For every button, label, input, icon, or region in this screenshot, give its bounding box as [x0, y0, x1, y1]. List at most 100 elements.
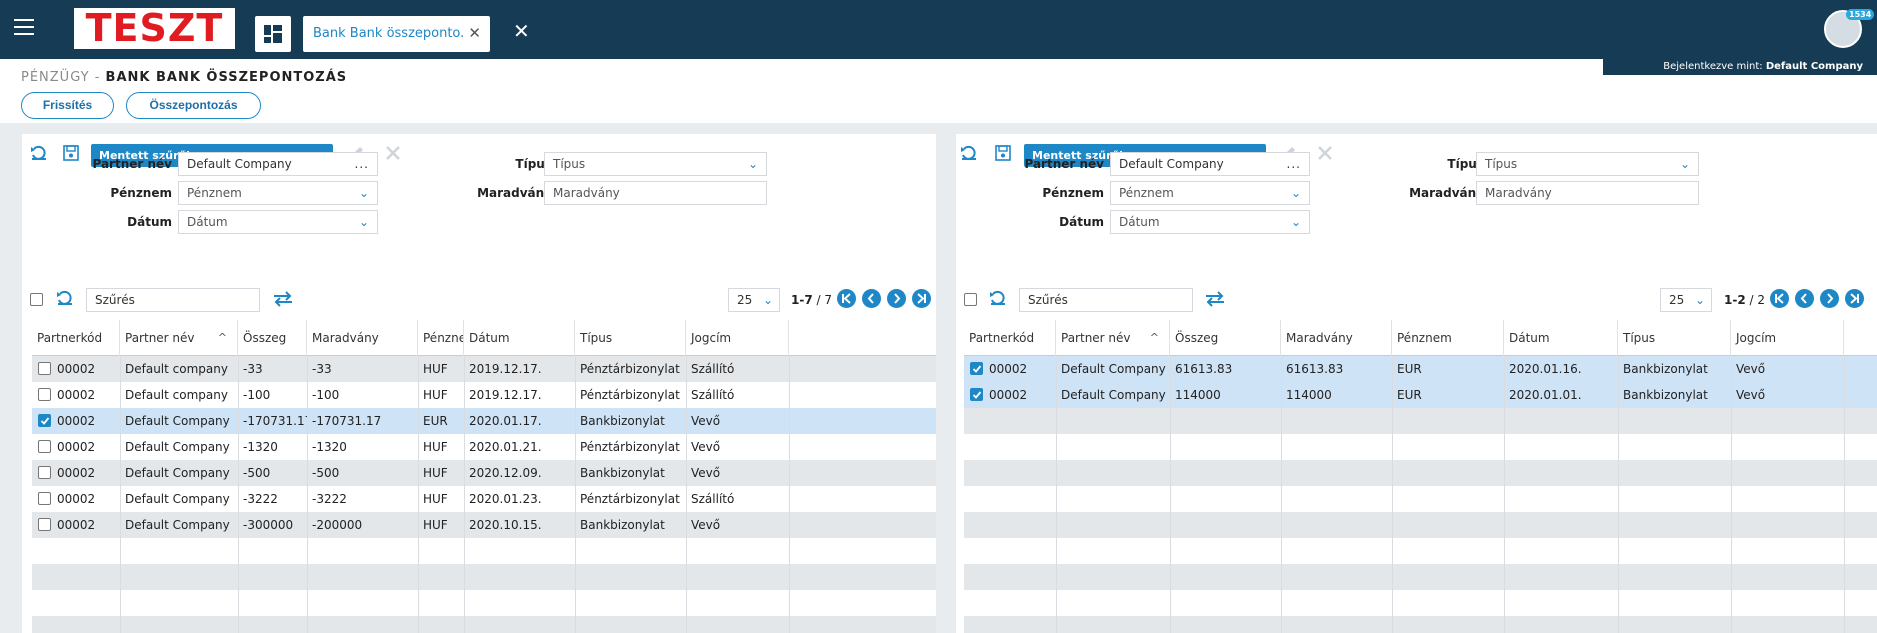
remaining-input[interactable]: Maradvány: [1476, 181, 1699, 205]
column-header[interactable]: Partner név ^: [120, 320, 238, 356]
column-header[interactable]: Összeg: [1170, 320, 1281, 356]
column-divider: [1056, 356, 1057, 633]
type-select[interactable]: Típus ⌄: [544, 152, 767, 176]
select-all-checkbox[interactable]: [30, 293, 43, 306]
column-header[interactable]: Pénznem: [1392, 320, 1504, 356]
tab-label: Bank Bank összeponto...: [313, 26, 463, 41]
row-checkbox[interactable]: [38, 492, 51, 505]
reset-icon[interactable]: [960, 144, 978, 162]
cell-title: Vevő: [1736, 362, 1766, 376]
column-header[interactable]: Típus: [1618, 320, 1731, 356]
date-select[interactable]: Dátum ⌄: [1110, 210, 1310, 234]
column-header[interactable]: Dátum: [464, 320, 575, 356]
column-header[interactable]: Pénznem: [418, 320, 464, 356]
row-checkbox[interactable]: [38, 518, 51, 531]
column-header[interactable]: Maradvány: [307, 320, 418, 356]
cell-date: 2019.12.17.: [469, 388, 542, 402]
per-page-select[interactable]: 25 ⌄: [1660, 288, 1712, 312]
column-header-label: Maradvány: [1286, 331, 1353, 345]
sort-asc-icon[interactable]: ^: [218, 320, 227, 356]
remaining-input[interactable]: Maradvány: [544, 181, 767, 205]
cell-amount: -300000: [243, 518, 294, 532]
sort-asc-icon[interactable]: ^: [1150, 320, 1159, 356]
partner-label: Partner név: [1024, 157, 1104, 171]
next-page-button[interactable]: [1820, 289, 1839, 308]
table-row[interactable]: 00002 Default company -33 -33 HUF 2019.12.17.…: [32, 356, 936, 382]
swap-icon[interactable]: [272, 290, 294, 308]
row-checkbox[interactable]: [970, 388, 983, 401]
menu-icon[interactable]: [14, 19, 34, 35]
row-checkbox[interactable]: [38, 362, 51, 375]
more-icon[interactable]: ...: [355, 153, 369, 175]
prev-page-button[interactable]: [1795, 289, 1814, 308]
column-divider: [1392, 356, 1393, 633]
partner-field[interactable]: Default Company...: [1110, 152, 1310, 176]
last-page-button[interactable]: [912, 289, 931, 308]
pager-total: / 2: [1749, 293, 1766, 307]
breadcrumb-section[interactable]: PÉNZÜGY -: [21, 70, 100, 85]
close-all-icon[interactable]: ✕: [513, 21, 530, 41]
reset-icon[interactable]: [56, 289, 74, 307]
search-input[interactable]: Szűrés: [86, 288, 260, 312]
first-page-button[interactable]: [837, 289, 856, 308]
date-select[interactable]: Dátum ⌄: [178, 210, 378, 234]
row-checkbox[interactable]: [38, 414, 51, 427]
table-row[interactable]: 00002 Default Company -1320 -1320 HUF 2020.01…: [32, 434, 936, 460]
more-icon[interactable]: ...: [1287, 153, 1301, 175]
column-header[interactable]: Maradvány: [1281, 320, 1392, 356]
currency-select[interactable]: Pénznem ⌄: [1110, 181, 1310, 205]
row-checkbox[interactable]: [38, 466, 51, 479]
reset-icon[interactable]: [30, 144, 48, 162]
table-row[interactable]: 00002 Default Company -3222 -3222 HUF 2020.01…: [32, 486, 936, 512]
column-header[interactable]: Partner név ^: [1056, 320, 1170, 356]
tab-close-icon[interactable]: ✕: [468, 24, 481, 42]
column-header-label: Dátum: [1509, 331, 1550, 345]
per-page-select[interactable]: 25 ⌄: [728, 288, 780, 312]
type-select[interactable]: Típus ⌄: [1476, 152, 1699, 176]
prev-page-button[interactable]: [862, 289, 881, 308]
first-page-button[interactable]: [1770, 289, 1789, 308]
cell-amount: -500: [243, 466, 271, 480]
select-all-checkbox[interactable]: [964, 293, 977, 306]
last-page-button[interactable]: [1845, 289, 1864, 308]
cell-currency: EUR: [1397, 388, 1422, 402]
column-header[interactable]: Jogcím: [686, 320, 789, 356]
cell-code: 00002: [57, 492, 96, 506]
next-page-button[interactable]: [887, 289, 906, 308]
column-divider: [307, 356, 308, 633]
table-row[interactable]: 00002 Default Company -170731.17 -170731.17…: [32, 408, 936, 434]
table-row[interactable]: 00002 Default Company 61613.83 61613.83 EUR 2…: [964, 356, 1877, 382]
table-row[interactable]: 00002 Default Company -300000 -200000 HUF 202…: [32, 512, 936, 538]
column-header[interactable]: Típus: [575, 320, 686, 356]
row-checkbox[interactable]: [970, 362, 983, 375]
column-header[interactable]: Dátum: [1504, 320, 1618, 356]
currency-select[interactable]: Pénznem ⌄: [178, 181, 378, 205]
refresh-button[interactable]: Frissítés: [21, 92, 114, 119]
row-checkbox[interactable]: [38, 440, 51, 453]
cell-type: Bankbizonylat: [580, 414, 665, 428]
tab-bank-matching[interactable]: Bank Bank összeponto... ✕: [303, 16, 490, 52]
check-icon: [972, 391, 982, 399]
column-header[interactable]: Partnerkód: [964, 320, 1056, 356]
row-checkbox[interactable]: [38, 388, 51, 401]
match-button[interactable]: Összepontozás: [126, 92, 261, 119]
cell-partner: Default Company: [125, 518, 230, 532]
table-row[interactable]: 00002 Default company -100 -100 HUF 2019.12.1…: [32, 382, 936, 408]
login-user: Default Company: [1765, 61, 1863, 72]
cell-remaining: 114000: [1286, 388, 1332, 402]
search-input[interactable]: Szűrés: [1019, 288, 1193, 312]
column-divider: [1844, 356, 1845, 633]
logo[interactable]: TESZT: [74, 8, 235, 49]
column-header[interactable]: Partnerkód: [32, 320, 120, 356]
reset-icon[interactable]: [989, 289, 1007, 307]
per-page-value: 25: [737, 293, 753, 307]
column-header[interactable]: Jogcím: [1731, 320, 1844, 356]
table-row[interactable]: 00002 Default Company -500 -500 HUF 2020.12.0…: [32, 460, 936, 486]
swap-icon[interactable]: [1204, 290, 1226, 308]
cell-type: Bankbizonylat: [580, 518, 665, 532]
dashboard-button[interactable]: [255, 16, 291, 52]
cell-remaining: -100: [312, 388, 340, 402]
column-header[interactable]: Összeg: [238, 320, 307, 356]
table-row[interactable]: 00002 Default Company 114000 114000 EUR 2020.…: [964, 382, 1877, 408]
partner-field[interactable]: Default Company...: [178, 152, 378, 176]
